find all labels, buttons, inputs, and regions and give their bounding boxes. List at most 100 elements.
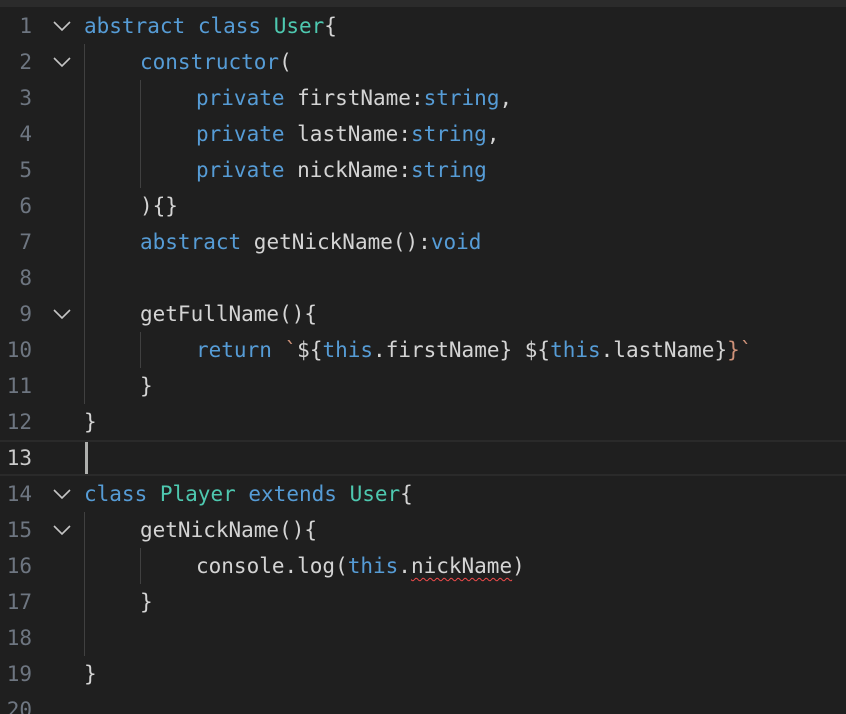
text-cursor bbox=[85, 442, 88, 474]
code-token: string bbox=[423, 86, 500, 110]
code-token: extends bbox=[248, 482, 337, 506]
code-line[interactable]: 11} bbox=[0, 368, 846, 404]
code-token: nickName bbox=[284, 158, 399, 182]
code-line[interactable]: 5 private nickName:string bbox=[0, 152, 846, 188]
code-token: ( bbox=[279, 50, 292, 74]
line-number: 10 bbox=[6, 338, 32, 362]
code-token: string bbox=[410, 122, 487, 146]
code-text[interactable]: private nickName:string bbox=[196, 152, 487, 188]
indent-guide bbox=[84, 44, 85, 404]
line-number: 12 bbox=[6, 410, 32, 434]
code-token: console.log( bbox=[196, 554, 348, 578]
code-text[interactable]: ){} bbox=[140, 188, 178, 224]
code-token: } bbox=[84, 410, 97, 434]
line-number: 19 bbox=[6, 662, 32, 686]
code-text[interactable]: getNickName(){ bbox=[140, 512, 317, 548]
line-number: 9 bbox=[19, 302, 32, 326]
code-line[interactable]: 16 console.log(this.nickName) bbox=[0, 548, 846, 584]
chevron-down-icon[interactable] bbox=[50, 44, 74, 80]
code-token: abstract bbox=[84, 14, 186, 38]
code-token: ` bbox=[284, 338, 298, 362]
chevron-down-icon[interactable] bbox=[50, 512, 74, 548]
code-token: Player bbox=[159, 482, 236, 506]
code-line[interactable]: 20 bbox=[0, 692, 846, 714]
code-token: . bbox=[398, 554, 411, 578]
code-line[interactable]: 6 ){} bbox=[0, 188, 846, 224]
code-token: class bbox=[84, 482, 148, 506]
code-text[interactable]: } bbox=[140, 584, 153, 620]
error-token: nickName bbox=[410, 554, 513, 578]
code-line[interactable]: 13 bbox=[0, 440, 846, 476]
code-text[interactable]: } bbox=[84, 656, 97, 692]
code-text[interactable]: abstract getNickName():void bbox=[140, 224, 481, 260]
code-token: , bbox=[499, 86, 513, 110]
code-text[interactable]: abstract class User{ bbox=[84, 8, 337, 44]
code-line[interactable]: 10 return `${this.firstName} ${this.lastN… bbox=[0, 332, 846, 368]
code-line[interactable]: 19} bbox=[0, 656, 846, 692]
code-token: { bbox=[324, 14, 337, 38]
code-token: lastName bbox=[284, 122, 399, 146]
code-line[interactable]: 7 abstract getNickName():void bbox=[0, 224, 846, 260]
code-text[interactable]: private lastName:string, bbox=[196, 116, 499, 152]
line-number: 4 bbox=[19, 122, 32, 146]
indent-guide bbox=[140, 332, 141, 368]
code-line[interactable]: 9 getFullName(){ bbox=[0, 296, 846, 332]
line-number: 17 bbox=[6, 590, 32, 614]
code-text[interactable]: private firstName:string, bbox=[196, 80, 512, 116]
code-token: abstract bbox=[140, 230, 242, 254]
code-token: getFullName(){ bbox=[140, 302, 318, 326]
code-line[interactable]: 4 private lastName:string, bbox=[0, 116, 846, 152]
code-line[interactable]: 14 class Player extends User{ bbox=[0, 476, 846, 512]
code-token: this bbox=[322, 338, 374, 362]
code-text[interactable]: getFullName(){ bbox=[140, 296, 317, 332]
code-line[interactable]: 3 private firstName:string, bbox=[0, 80, 846, 116]
code-line[interactable]: 18 bbox=[0, 620, 846, 656]
chevron-down-icon[interactable] bbox=[50, 8, 74, 44]
code-token: private bbox=[196, 122, 285, 146]
code-text[interactable]: return `${this.firstName} ${this.lastNam… bbox=[196, 332, 752, 368]
line-number: 11 bbox=[6, 374, 32, 398]
code-token: ${ bbox=[297, 338, 323, 362]
line-number: 3 bbox=[19, 86, 32, 110]
code-token: } bbox=[140, 374, 153, 398]
code-token: return bbox=[196, 338, 272, 362]
code-token: User bbox=[273, 14, 325, 38]
line-number: 20 bbox=[6, 698, 32, 714]
code-line[interactable]: 1 abstract class User{ bbox=[0, 8, 846, 44]
code-text[interactable]: } bbox=[140, 368, 153, 404]
code-line[interactable]: 12} bbox=[0, 404, 846, 440]
line-number: 6 bbox=[19, 194, 32, 218]
code-token: class bbox=[197, 14, 262, 38]
code-token: ) bbox=[512, 554, 525, 578]
line-number: 13 bbox=[6, 446, 32, 470]
code-editor[interactable]: 1 abstract class User{2 constructor( 3 priva… bbox=[0, 0, 846, 714]
code-line[interactable]: 8 bbox=[0, 260, 846, 296]
code-token: : bbox=[410, 86, 424, 110]
code-token: } bbox=[140, 590, 153, 614]
code-token: { bbox=[400, 482, 413, 506]
code-token: getNickName(): bbox=[241, 230, 431, 254]
editor-top-border bbox=[0, 0, 846, 7]
code-token: }` bbox=[727, 338, 753, 362]
code-token: ${ bbox=[524, 338, 551, 362]
code-text[interactable]: console.log(this.nickName) bbox=[196, 548, 525, 584]
code-text[interactable]: class Player extends User{ bbox=[84, 476, 413, 512]
code-text[interactable]: constructor( bbox=[140, 44, 292, 80]
indent-guide bbox=[140, 80, 141, 188]
chevron-down-icon[interactable] bbox=[50, 296, 74, 332]
line-number: 15 bbox=[6, 518, 32, 542]
code-token: string bbox=[410, 158, 487, 182]
chevron-down-icon[interactable] bbox=[50, 476, 74, 512]
code-text[interactable]: } bbox=[84, 404, 97, 440]
code-line[interactable]: 2 constructor( bbox=[0, 44, 846, 80]
code-line[interactable]: 15 getNickName(){ bbox=[0, 512, 846, 548]
code-line[interactable]: 17} bbox=[0, 584, 846, 620]
code-token: firstName bbox=[284, 86, 411, 110]
code-token: : bbox=[398, 122, 411, 146]
